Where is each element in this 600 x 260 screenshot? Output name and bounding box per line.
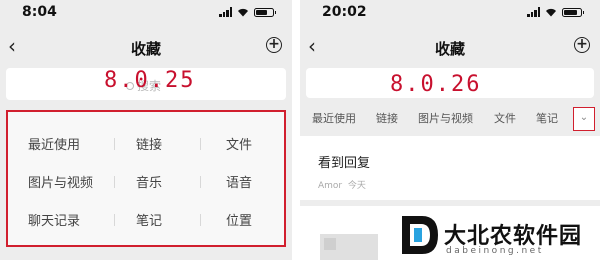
- tab-recent[interactable]: 最近使用: [312, 110, 356, 126]
- grid-item-recent[interactable]: 最近使用: [28, 134, 80, 153]
- page-title: 收藏: [130, 40, 161, 58]
- divider: [114, 176, 115, 188]
- status-time: 20:02: [322, 4, 367, 20]
- tab-media[interactable]: 图片与视频: [418, 110, 473, 126]
- grid-item-chat-history[interactable]: 聊天记录: [28, 210, 80, 229]
- battery-icon: [562, 7, 584, 17]
- grid-item-music[interactable]: 音乐: [136, 172, 162, 191]
- status-time: 8:04: [22, 4, 57, 20]
- version-label: 8.0.26: [390, 72, 482, 97]
- brand-logo: [402, 216, 438, 254]
- tab-files[interactable]: 文件: [494, 110, 516, 126]
- watermark-url: dabeinong.net: [446, 246, 544, 256]
- nav-bar: ‹ 收藏 +: [0, 30, 292, 64]
- wifi-icon: [238, 8, 248, 17]
- plus-circle-icon[interactable]: +: [266, 37, 282, 53]
- watermark: 大北农软件园 dabeinong.net: [400, 212, 600, 260]
- status-bar: 8:04: [0, 0, 292, 24]
- grid-item-files[interactable]: 文件: [226, 134, 252, 153]
- grid-item-links[interactable]: 链接: [136, 134, 162, 153]
- divider: [114, 214, 115, 226]
- grid-item-voice[interactable]: 语音: [226, 172, 252, 191]
- favorite-item-meta: Amor 今天: [318, 178, 366, 191]
- cellular-signal-icon: [527, 7, 540, 17]
- grid-item-location[interactable]: 位置: [226, 210, 252, 229]
- battery-icon: [254, 7, 276, 17]
- category-grid: 最近使用 链接 文件 图片与视频 音乐 语音 聊天记录 笔记 位置: [6, 110, 286, 247]
- wifi-icon: [546, 8, 556, 17]
- status-bar: 20:02: [300, 0, 600, 24]
- grid-item-notes[interactable]: 笔记: [136, 210, 162, 229]
- divider: [200, 138, 201, 150]
- favorite-item-title: 看到回复: [318, 156, 371, 171]
- status-icons: [527, 7, 584, 17]
- divider: [200, 214, 201, 226]
- plus-circle-icon[interactable]: +: [574, 37, 590, 53]
- divider: [114, 138, 115, 150]
- favorite-item-time: 今天: [347, 181, 366, 191]
- left-screen: 8:04 ‹ 收藏 + 搜索 8.0.25 最近使用 链接 文件 图片与视频 音…: [0, 0, 292, 260]
- category-tab-bar: 最近使用 链接 图片与视频 文件 笔记 ⌄: [300, 104, 600, 131]
- version-label: 8.0.25: [104, 68, 196, 93]
- nav-bar: ‹ 收藏 +: [300, 30, 600, 64]
- divider: [200, 176, 201, 188]
- page-title: 收藏: [434, 40, 465, 58]
- screen-divider: [292, 0, 300, 260]
- tab-notes[interactable]: 笔记: [536, 110, 558, 126]
- favorite-item-author: Amor: [318, 181, 343, 191]
- tab-links[interactable]: 链接: [376, 110, 398, 126]
- chevron-down-icon[interactable]: ⌄: [573, 107, 595, 131]
- status-icons: [219, 7, 276, 17]
- cellular-signal-icon: [219, 7, 232, 17]
- grid-item-media[interactable]: 图片与视频: [28, 172, 93, 191]
- blurred-thumbnail: [320, 234, 378, 260]
- favorite-item[interactable]: 看到回复 Amor 今天: [300, 136, 600, 200]
